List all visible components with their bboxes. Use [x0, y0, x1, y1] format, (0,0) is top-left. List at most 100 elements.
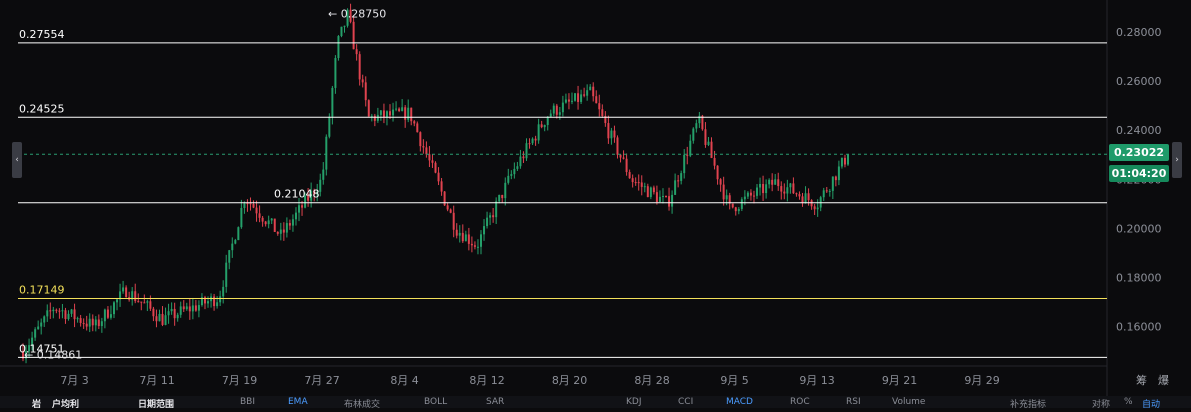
toolbar-item[interactable]: RSI — [846, 397, 861, 407]
toolbar-item[interactable]: Volume — [892, 397, 925, 407]
candle-body — [665, 195, 668, 197]
chip-distribution-button[interactable]: 筹 — [1136, 372, 1147, 388]
toolbar-item[interactable]: % — [1124, 397, 1133, 407]
toolbar-item-auto[interactable]: 自动 — [1142, 397, 1160, 408]
toolbar-item-date-range[interactable]: 日期范围 — [138, 397, 174, 408]
candle-body — [191, 305, 194, 312]
candle-body — [643, 186, 646, 188]
candle-body — [847, 154, 849, 165]
candle-body — [395, 108, 398, 110]
candle-body — [692, 128, 695, 141]
candle-body — [495, 201, 498, 218]
candle-body — [197, 305, 200, 311]
toolbar-item[interactable]: 户均利 — [52, 397, 79, 408]
candle-body — [837, 166, 840, 181]
toolbar-item-ema[interactable]: EMA — [288, 397, 308, 407]
candle-body — [574, 93, 577, 101]
candle-body — [743, 196, 746, 200]
candle-body — [140, 301, 143, 303]
candle-body — [631, 178, 634, 183]
candle-body — [392, 109, 395, 116]
current-price-tag: 0.23022 — [1109, 144, 1169, 161]
candle-body — [294, 212, 297, 220]
right-scroll-handle[interactable]: › — [1172, 142, 1182, 178]
candle-body — [595, 96, 598, 104]
x-tick-label: 7月 27 — [304, 374, 340, 387]
candle-body — [431, 160, 434, 163]
toolbar-item[interactable]: KDJ — [626, 397, 642, 407]
toolbar-item[interactable]: SAR — [486, 397, 504, 407]
left-scroll-handle[interactable]: ‹ — [12, 142, 22, 178]
candle-body — [176, 314, 179, 319]
burst-button[interactable]: 爆 — [1158, 372, 1169, 388]
candle-body — [437, 172, 440, 182]
candle-body — [813, 206, 816, 210]
candle-body — [43, 316, 46, 323]
candle-body — [580, 94, 583, 102]
candle-body — [655, 192, 658, 202]
candle-body — [361, 79, 364, 83]
candle-body — [88, 318, 91, 327]
candle-body — [537, 124, 540, 141]
candle-body — [112, 302, 115, 315]
candle-body — [225, 262, 228, 287]
x-tick-label: 7月 3 — [60, 374, 89, 387]
candle-body — [725, 195, 728, 200]
candle-body — [240, 207, 243, 228]
candle-body — [161, 313, 164, 325]
toolbar-item[interactable]: 补充指标 — [1010, 397, 1046, 408]
candle-body — [343, 25, 346, 27]
candle-body — [452, 212, 455, 230]
candle-body — [546, 116, 549, 126]
candle-body — [810, 200, 813, 207]
candle-body — [334, 58, 337, 88]
toolbar-item[interactable]: BBI — [240, 397, 255, 407]
toolbar-item[interactable]: BOLL — [424, 397, 447, 407]
toolbar-item[interactable]: CCI — [678, 397, 693, 407]
candle-body — [94, 319, 97, 326]
candle-body — [61, 310, 64, 312]
candle-body — [213, 296, 216, 307]
toolbar-item[interactable]: ROC — [790, 397, 810, 407]
candle-body — [182, 306, 185, 310]
candle-body — [252, 203, 255, 208]
toolbar-item-macd[interactable]: MACD — [726, 397, 753, 407]
candle-body — [722, 184, 725, 200]
candle-body — [668, 196, 671, 207]
candlestick-chart[interactable]: 0.275540.245250.210480.171490.14751← 0.2… — [0, 0, 1191, 408]
candle-body — [364, 82, 367, 101]
candle-body — [522, 156, 525, 159]
level-label: 0.17149 — [19, 283, 65, 296]
candle-body — [355, 49, 358, 55]
toolbar-item[interactable]: 岩 — [32, 397, 41, 408]
candle-body — [834, 176, 837, 181]
candle-body — [470, 243, 473, 246]
candle-body — [531, 138, 534, 144]
candle-body — [407, 107, 410, 120]
candle-body — [804, 193, 807, 204]
candle-body — [419, 132, 422, 147]
candle-body — [152, 308, 155, 317]
candle-body — [822, 190, 825, 198]
candle-body — [352, 21, 355, 50]
level-label: 0.27554 — [19, 28, 65, 41]
candle-body — [134, 291, 137, 302]
candle-body — [680, 173, 683, 181]
chart-area[interactable]: 0.27554 0.24525 0.21048 0.17149 0.14751 ← 0.2… — [0, 0, 1191, 408]
toolbar-item[interactable]: 对称 — [1092, 397, 1110, 408]
toolbar-item[interactable]: 布林成交 — [344, 397, 380, 408]
y-tick-label: 0.28000 — [1116, 26, 1162, 39]
candle-body — [486, 217, 489, 227]
candle-body — [752, 195, 755, 197]
high-annotation: ← 0.28750 — [328, 8, 386, 21]
y-tick-label: 0.16000 — [1116, 321, 1162, 334]
candle-body — [464, 234, 467, 242]
candle-body — [713, 157, 716, 166]
candle-body — [455, 229, 458, 236]
candle-body — [100, 321, 103, 327]
candle-body — [552, 105, 555, 114]
x-tick-label: 7月 11 — [139, 374, 175, 387]
candle-body — [91, 318, 94, 326]
candle-body — [46, 310, 49, 317]
candle-body — [370, 115, 373, 117]
